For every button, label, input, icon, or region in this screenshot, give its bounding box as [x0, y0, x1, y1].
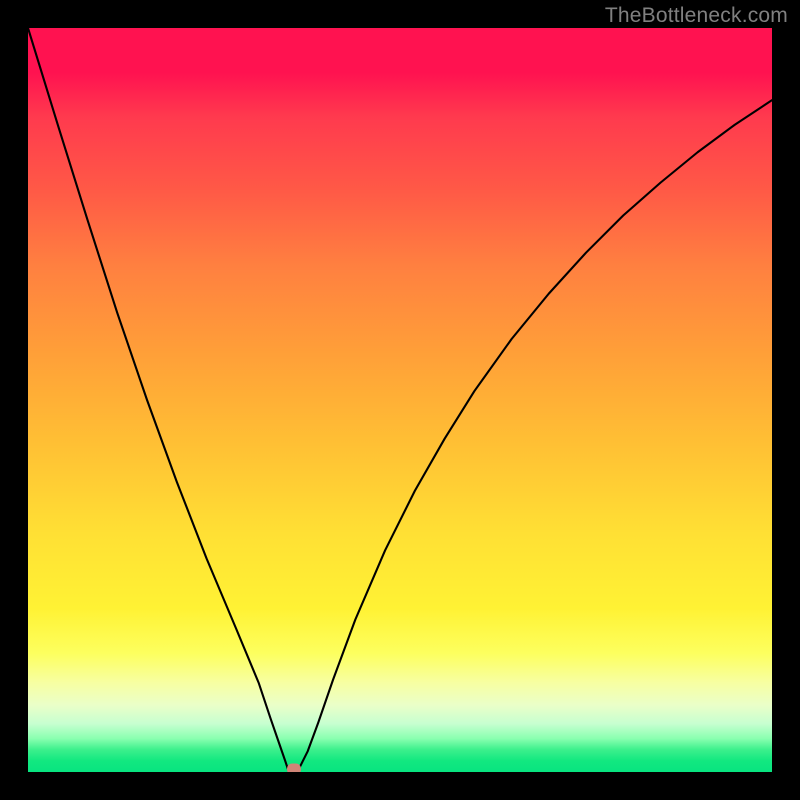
watermark-text: TheBottleneck.com [605, 4, 788, 28]
chart-plot-area [28, 28, 772, 772]
bottleneck-curve [28, 28, 772, 772]
optimal-point-marker [287, 764, 301, 773]
chart-frame: TheBottleneck.com [0, 0, 800, 800]
